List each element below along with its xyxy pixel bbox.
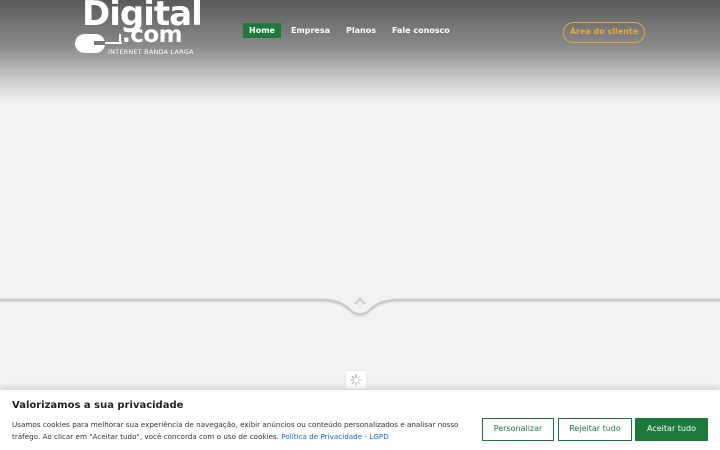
client-area-button[interactable]: Área do cliente (563, 22, 645, 43)
nav-fale-conosco[interactable]: Fale conosco (386, 23, 456, 38)
main-nav: Home Empresa Planos Fale conosco (243, 23, 456, 38)
nav-planos[interactable]: Planos (340, 23, 382, 38)
site-header: Digital .com INTERNET BANDA LARGA Home E… (0, 0, 720, 102)
site-logo[interactable]: Digital .com INTERNET BANDA LARGA (74, 0, 203, 58)
logo-tagline: INTERNET BANDA LARGA (108, 48, 194, 56)
cookie-description: Usamos cookies para melhorar sua experiê… (12, 419, 467, 443)
customize-button[interactable]: Personalizar (482, 418, 554, 441)
logo-dotcom: .com (122, 22, 183, 48)
spinner-icon (350, 374, 362, 386)
cookie-title: Valorizamos a sua privacidade (12, 400, 184, 411)
cookie-text: Usamos cookies para melhorar sua experiê… (12, 420, 459, 441)
nav-empresa[interactable]: Empresa (285, 23, 336, 38)
reject-all-button[interactable]: Rejeitar tudo (558, 418, 632, 441)
chevron-up-icon[interactable] (354, 296, 366, 306)
accept-all-button[interactable]: Aceitar tudo (635, 418, 708, 441)
hero-banner (0, 102, 720, 298)
loading-indicator (346, 371, 366, 389)
nav-home[interactable]: Home (243, 23, 281, 38)
privacy-policy-link[interactable]: Política de Privacidade - LGPD (281, 432, 389, 441)
